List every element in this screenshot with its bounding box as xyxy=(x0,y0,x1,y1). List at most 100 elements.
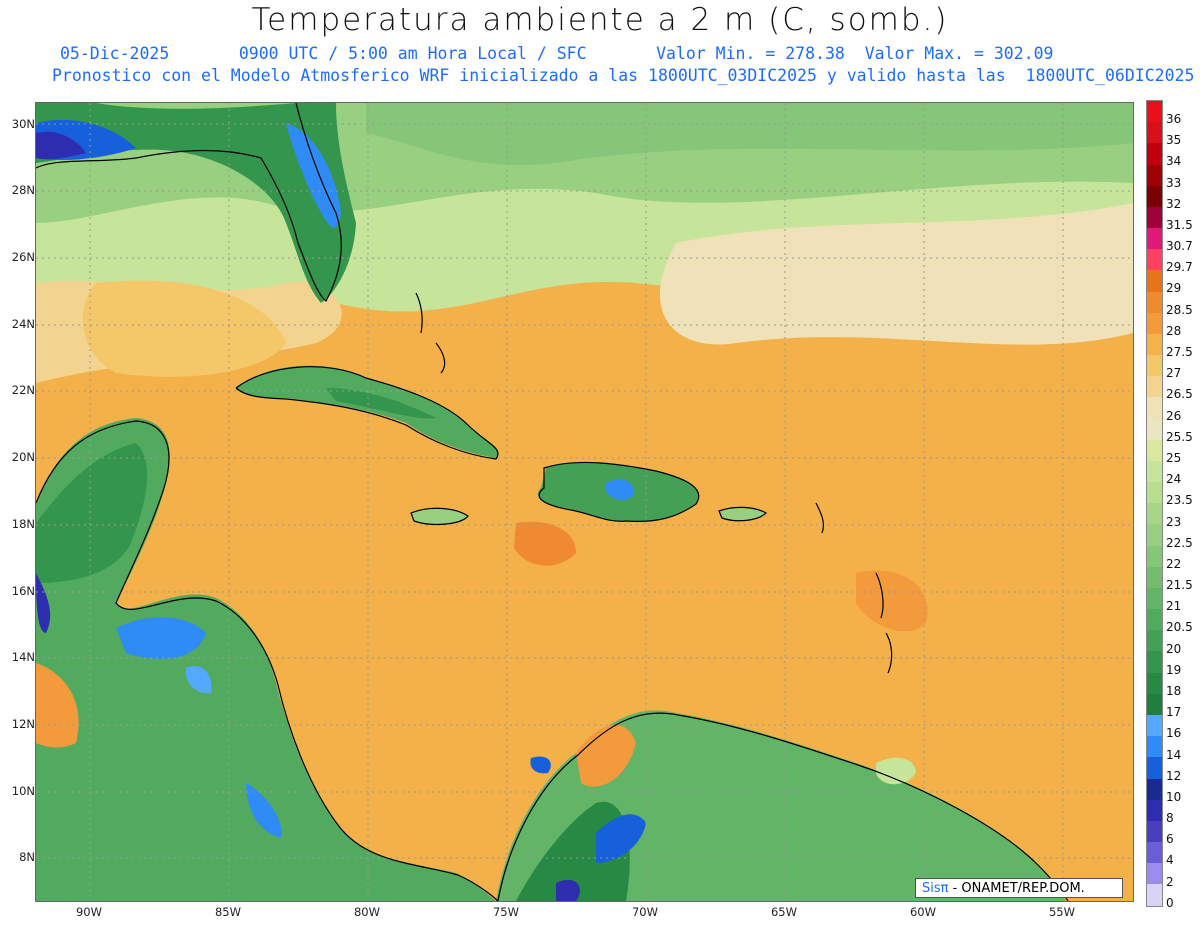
color-scale-swatch xyxy=(1147,714,1162,737)
color-scale-label: 25.5 xyxy=(1166,429,1193,444)
color-scale-label: 26 xyxy=(1166,408,1182,423)
max-value: Valor Max. = 302.09 xyxy=(864,44,1054,63)
color-scale-label: 21 xyxy=(1166,599,1182,614)
color-scale-label: 22 xyxy=(1166,556,1182,571)
color-scale-label: 2 xyxy=(1166,874,1174,889)
color-scale-label: 6 xyxy=(1166,832,1174,847)
lat-label-28n: 28N xyxy=(11,183,35,197)
color-scale-swatch xyxy=(1147,736,1162,758)
lat-label-8n: 8N xyxy=(19,850,35,864)
color-scale-swatch xyxy=(1147,503,1162,525)
lat-label-30n: 30N xyxy=(11,117,35,131)
color-scale-label: 24 xyxy=(1166,472,1182,487)
min-value: Valor Min. = 278.38 xyxy=(656,44,845,63)
color-scale-swatch xyxy=(1147,376,1162,398)
color-scale-swatch xyxy=(1147,566,1162,588)
color-scale-label: 20.5 xyxy=(1166,620,1193,635)
color-scale-swatch xyxy=(1147,672,1162,694)
color-scale-swatch xyxy=(1147,355,1162,377)
color-scale-swatch xyxy=(1147,397,1162,419)
color-scale-swatch xyxy=(1147,778,1162,800)
color-scale-swatch xyxy=(1147,164,1162,186)
color-scale-swatch xyxy=(1147,693,1162,715)
color-scale-swatch xyxy=(1147,651,1162,673)
map-canvas xyxy=(36,103,1133,901)
color-scale-label: 23.5 xyxy=(1166,493,1193,508)
color-scale-label: 34 xyxy=(1166,154,1182,169)
color-scale-label: 35 xyxy=(1166,133,1182,148)
color-scale-swatch xyxy=(1147,545,1162,567)
color-scale-label: 16 xyxy=(1166,726,1182,741)
color-scale-label: 36 xyxy=(1166,112,1182,126)
color-scale-swatch xyxy=(1147,799,1162,821)
subtitle-line-2: Pronostico con el Modelo Atmosferico WRF… xyxy=(52,66,1195,85)
color-scale-swatch xyxy=(1147,609,1162,631)
lon-label-90w: 90W xyxy=(75,905,102,919)
color-scale-label: 30.7 xyxy=(1166,239,1193,254)
color-scale-label: 27 xyxy=(1166,366,1182,381)
lat-label-12n: 12N xyxy=(11,717,35,731)
color-scale-swatch xyxy=(1147,333,1162,356)
color-scale-label: 29 xyxy=(1166,281,1182,296)
color-scale-swatch xyxy=(1147,291,1162,313)
color-scale-label: 12 xyxy=(1166,768,1182,783)
color-scale-label: 26.5 xyxy=(1166,387,1193,402)
color-scale-swatch xyxy=(1147,101,1162,123)
lon-label-55w: 55W xyxy=(1048,905,1075,919)
lon-label-85w: 85W xyxy=(214,905,241,919)
lon-label-75w: 75W xyxy=(492,905,519,919)
lat-label-18n: 18N xyxy=(11,517,35,531)
lon-label-70w: 70W xyxy=(631,905,658,919)
color-scale-swatch xyxy=(1147,757,1162,779)
lat-label-24n: 24N xyxy=(11,317,35,331)
color-scale-swatch xyxy=(1147,249,1162,271)
color-scale-swatch xyxy=(1147,587,1162,610)
brand-logo: Sisπ xyxy=(922,881,949,896)
color-scale-label: 28.5 xyxy=(1166,302,1193,317)
color-scale-swatch xyxy=(1147,482,1162,504)
color-scale-label: 19 xyxy=(1166,662,1182,677)
color-scale-swatch xyxy=(1147,842,1162,864)
color-scale-swatch xyxy=(1147,524,1162,546)
color-scale-label: 27.5 xyxy=(1166,345,1193,360)
color-scale-swatch xyxy=(1147,270,1162,292)
color-scale-label: 10 xyxy=(1166,789,1182,804)
color-scale-label: 0 xyxy=(1166,895,1174,910)
subtitle-line-1: 05-Dic-2025 0900 UTC / 5:00 am Hora Loca… xyxy=(60,44,1053,63)
color-scale-swatch xyxy=(1147,228,1162,250)
color-scale-swatch xyxy=(1147,863,1162,885)
color-scale-label: 29.7 xyxy=(1166,260,1193,275)
color-scale-swatch xyxy=(1147,884,1162,906)
forecast-time: 0900 UTC / 5:00 am Hora Local / SFC xyxy=(238,44,587,63)
credit-box: Sisπ - ONAMET/REP.DOM. xyxy=(915,878,1123,898)
map-title: Temperatura ambiente a 2 m (C, somb.) xyxy=(251,2,949,38)
color-scale-label: 21.5 xyxy=(1166,578,1193,593)
color-scale-swatch xyxy=(1147,312,1162,334)
lon-label-65w: 65W xyxy=(770,905,797,919)
color-scale-label: 22.5 xyxy=(1166,535,1193,550)
color-scale-swatch xyxy=(1147,460,1162,483)
color-scale-swatch xyxy=(1147,418,1162,440)
color-scale-label: 31.5 xyxy=(1166,217,1193,232)
lat-label-22n: 22N xyxy=(11,383,35,397)
color-scale-bar xyxy=(1146,100,1163,907)
forecast-date: 05-Dic-2025 xyxy=(60,44,170,63)
color-scale-swatch xyxy=(1147,122,1162,144)
color-scale-label: 18 xyxy=(1166,683,1182,698)
color-scale-label: 33 xyxy=(1166,175,1182,190)
lat-label-26n: 26N xyxy=(11,250,35,264)
lat-label-20n: 20N xyxy=(11,450,35,464)
color-scale-swatch xyxy=(1147,185,1162,207)
color-scale-label: 17 xyxy=(1166,705,1182,720)
lon-label-60w: 60W xyxy=(909,905,936,919)
color-scale-label: 4 xyxy=(1166,853,1174,868)
temperature-map xyxy=(35,102,1134,902)
color-scale-label: 20 xyxy=(1166,641,1182,656)
color-scale-swatch xyxy=(1147,206,1162,229)
color-scale-label: 14 xyxy=(1166,747,1182,762)
lat-label-10n: 10N xyxy=(11,784,35,798)
credit-text: - ONAMET/REP.DOM. xyxy=(948,881,1085,896)
lon-label-80w: 80W xyxy=(353,905,380,919)
color-scale-label: 8 xyxy=(1166,811,1174,826)
lat-label-16n: 16N xyxy=(11,584,35,598)
